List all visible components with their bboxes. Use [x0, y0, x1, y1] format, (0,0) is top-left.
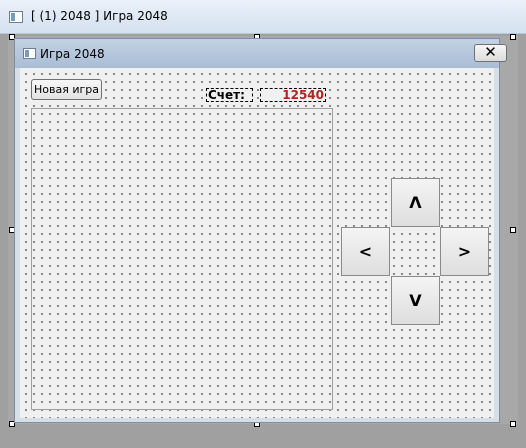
designer-title: [ (1) 2048 ] Игра 2048	[31, 9, 168, 23]
move-down-button[interactable]: V	[391, 276, 440, 325]
form-window: Игра 2048 ✕ Новая игра Счет: 12540 Λ < >…	[14, 38, 507, 423]
new-game-button[interactable]: Новая игра	[31, 79, 102, 100]
move-up-button[interactable]: Λ	[391, 178, 440, 227]
move-right-button[interactable]: >	[440, 227, 489, 276]
form-client-area: Новая игра Счет: 12540 Λ < > V	[20, 68, 494, 418]
designer-titlebar: [ (1) 2048 ] Игра 2048	[0, 0, 526, 34]
window-icon	[23, 48, 36, 59]
close-button[interactable]: ✕	[474, 44, 507, 62]
move-left-button[interactable]: <	[341, 227, 390, 276]
form-icon	[9, 11, 23, 23]
score-value: 12540	[260, 88, 326, 102]
form-title: Игра 2048	[40, 47, 105, 61]
form-titlebar: Игра 2048 ✕	[15, 39, 507, 68]
resize-handle-top-right[interactable]	[510, 34, 516, 40]
score-label: Счет:	[206, 88, 253, 102]
resize-handle-bottom-right[interactable]	[510, 421, 516, 427]
game-board-panel[interactable]	[31, 108, 333, 410]
resize-handle-right[interactable]	[510, 227, 516, 233]
